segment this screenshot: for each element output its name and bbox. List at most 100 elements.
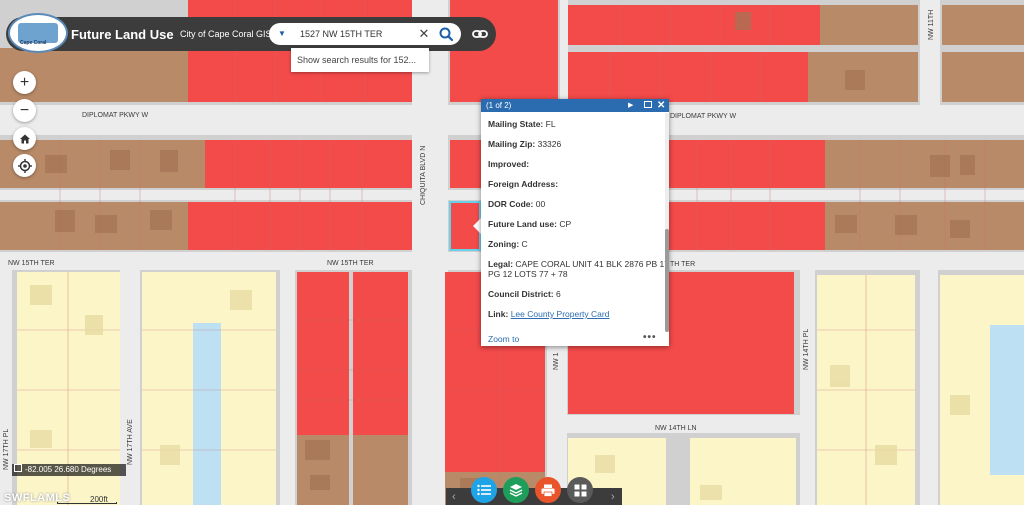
- link-icon: [472, 30, 488, 38]
- logo-text: Cape Coral: [20, 40, 47, 46]
- app-title: Future Land Use: [71, 27, 174, 42]
- property-card-link[interactable]: Lee County Property Card: [511, 309, 610, 319]
- basemap-button[interactable]: [567, 477, 593, 503]
- print-icon: [541, 484, 555, 497]
- popup-pointer: [473, 218, 481, 234]
- field-mailing-state: Mailing State: FL: [488, 119, 556, 129]
- scale-bar: [57, 502, 117, 504]
- field-label: Improved:: [488, 159, 530, 169]
- label-diplomat-east: DIPLOMAT PKWY W: [670, 113, 737, 120]
- field-mailing-zip: Mailing Zip: 33326: [488, 139, 561, 149]
- field-dor-code: DOR Code: 00: [488, 199, 545, 209]
- alley-west: [0, 190, 412, 200]
- field-value: C: [521, 239, 528, 249]
- locate-icon: [17, 158, 32, 173]
- coordinate-readout: -82.005 26.680 Degrees: [12, 464, 126, 476]
- field-value: PG 12 LOTS 77 + 78: [488, 269, 568, 279]
- parcel-block: [205, 140, 412, 188]
- popup-count: (1 of 2): [486, 101, 512, 110]
- parcel-block: [568, 52, 808, 102]
- field-foreign-address: Foreign Address:: [488, 179, 558, 189]
- zoom-to-link[interactable]: Zoom to: [488, 334, 519, 344]
- label-chiquita: CHIQUITA BLVD N: [420, 146, 427, 205]
- canal: [193, 323, 221, 505]
- more-options-icon[interactable]: •••: [643, 332, 657, 343]
- search-input[interactable]: [292, 24, 420, 44]
- field-legal-cont: PG 12 LOTS 77 + 78: [488, 269, 568, 279]
- field-label: Foreign Address:: [488, 179, 559, 189]
- legend-button[interactable]: [471, 477, 497, 503]
- field-label: Council District:: [488, 289, 554, 299]
- parcel-block: [297, 272, 349, 435]
- maximize-icon[interactable]: [644, 101, 652, 108]
- field-value: 33326: [537, 139, 562, 149]
- field-label: DOR Code:: [488, 199, 534, 209]
- toolbar-prev-icon[interactable]: ‹: [452, 491, 456, 503]
- toolbar-next-icon[interactable]: ›: [611, 491, 615, 503]
- field-label: Mailing State:: [488, 119, 544, 129]
- clear-search-icon[interactable]: ✕: [417, 25, 431, 43]
- coords-text: -82.005 26.680 Degrees: [25, 465, 112, 474]
- road-chiquita: [412, 0, 448, 505]
- layers-icon: [509, 484, 523, 497]
- field-value: CAPE CORAL UNIT 41 BLK 2876 PB 17: [515, 259, 669, 269]
- locate-button[interactable]: [13, 154, 36, 177]
- print-button[interactable]: [535, 477, 561, 503]
- field-future-land-use: Future Land use: CP: [488, 219, 571, 229]
- home-button[interactable]: [13, 127, 36, 150]
- parcel-block: [942, 52, 1024, 102]
- layers-button[interactable]: [503, 477, 529, 503]
- parcel-block: [942, 5, 1024, 45]
- label-nw11th: NW 11TH: [928, 10, 935, 40]
- field-improved: Improved:: [488, 159, 529, 169]
- canal: [990, 325, 1024, 475]
- road-nw14pl: [800, 270, 815, 505]
- field-label: Future Land use:: [488, 219, 557, 229]
- label-nw15ter-east: TH TER: [670, 261, 695, 268]
- field-link: Link: Lee County Property Card: [488, 309, 609, 319]
- label-nw14pl: NW 14TH PL: [803, 329, 810, 370]
- zoom-out-button[interactable]: −: [13, 99, 36, 122]
- feature-popup: (1 of 2) ▶ ✕ Mailing State: FL Mailing Z…: [481, 99, 669, 346]
- road-alley: [560, 0, 568, 105]
- label-nw14ln: NW 14TH LN: [655, 425, 697, 432]
- field-zoning: Zoning: C: [488, 239, 528, 249]
- road-mid: [280, 270, 295, 505]
- search-source-dropdown[interactable]: ▼: [276, 27, 288, 41]
- parcel-block: [820, 5, 918, 45]
- label-nw1: NW 1: [553, 352, 560, 370]
- close-icon[interactable]: ✕: [657, 99, 665, 112]
- search-button[interactable]: [436, 24, 456, 44]
- field-label: Legal:: [488, 259, 514, 269]
- zoom-in-button[interactable]: +: [13, 71, 36, 94]
- label-nw15ter-center: NW 15TH TER: [327, 260, 374, 267]
- next-feature-icon[interactable]: ▶: [628, 99, 633, 112]
- label-diplomat-west: DIPLOMAT PKWY W: [82, 112, 149, 119]
- field-value: FL: [545, 119, 556, 129]
- field-legal: Legal: CAPE CORAL UNIT 41 BLK 2876 PB 17: [488, 259, 669, 269]
- label-nw15ter-west: NW 15TH TER: [8, 260, 55, 267]
- parcel-block: [353, 272, 408, 435]
- minus-icon: −: [19, 101, 30, 119]
- field-value: CP: [559, 219, 572, 229]
- field-value: 00: [535, 199, 546, 209]
- city-logo: Cape Coral: [8, 13, 68, 53]
- grid-icon: [574, 484, 586, 496]
- app-subtitle: City of Cape Coral GIS: [180, 29, 272, 39]
- field-label: Link:: [488, 309, 509, 319]
- parcel-block: [825, 140, 1024, 188]
- list-icon: [477, 484, 491, 496]
- field-council-district: Council District: 6: [488, 289, 561, 299]
- road-far-east: [920, 270, 938, 505]
- plus-icon: +: [19, 73, 30, 91]
- label-nw17pl: NW 17TH PL: [3, 429, 10, 470]
- popup-scroll-thumb[interactable]: [665, 229, 669, 332]
- share-link-button[interactable]: [469, 23, 491, 45]
- popup-header: (1 of 2) ▶ ✕: [481, 99, 669, 112]
- search-icon: [439, 27, 454, 42]
- field-label: Zoning:: [488, 239, 520, 249]
- home-icon: [19, 134, 30, 143]
- parcel-block: [353, 435, 408, 505]
- label-nw17ave: NW 17TH AVE: [127, 419, 134, 465]
- search-suggestion[interactable]: Show search results for 152...: [291, 48, 429, 72]
